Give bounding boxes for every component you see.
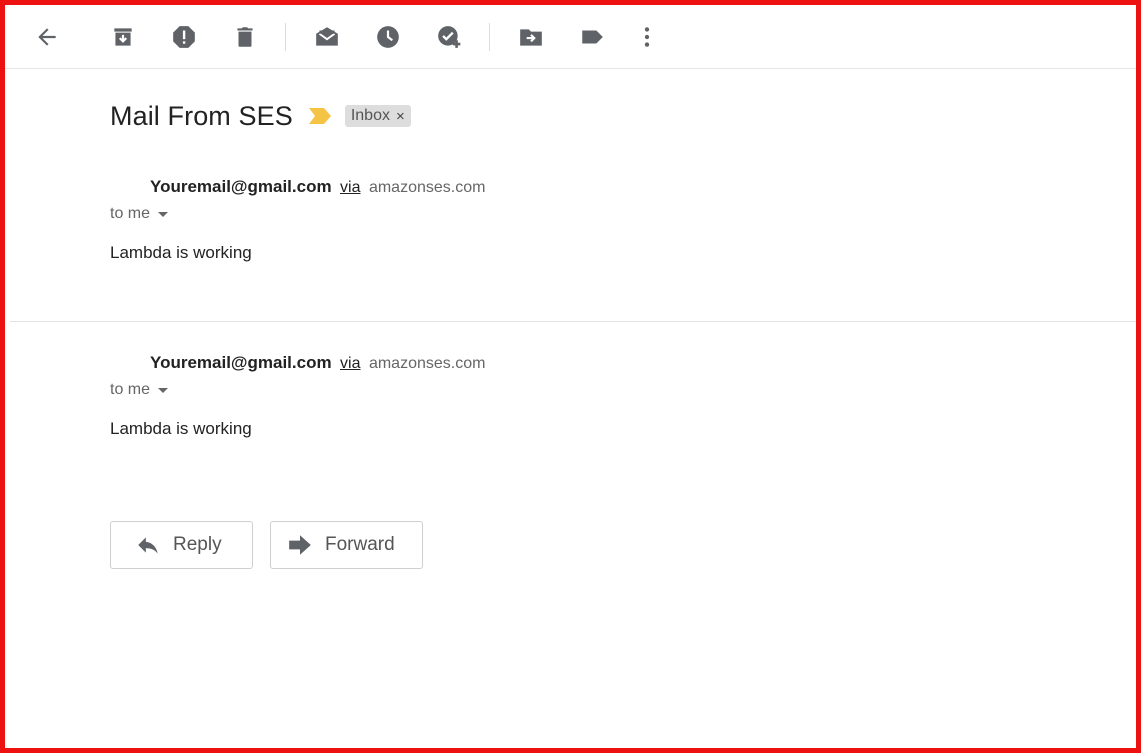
forward-icon [289,535,311,555]
toolbar-separator [489,23,490,51]
sender-line: Youremail@gmail.com via amazonses.com [150,353,485,373]
thread-subject: Mail From SES [110,100,293,131]
recipients-text: to me [110,381,151,398]
subject-row: Mail From SES Inbox × [110,98,411,134]
via-domain: amazonses.com [368,179,486,196]
reply-icon [138,537,158,554]
mark-unread-icon[interactable] [310,20,344,54]
remove-label-icon[interactable]: × [396,108,405,125]
add-to-tasks-icon[interactable] [432,20,466,54]
move-to-icon[interactable] [514,20,548,54]
importance-marker-icon[interactable] [308,108,331,124]
snooze-icon[interactable] [371,20,405,54]
via-domain: amazonses.com [368,355,486,372]
recipients-line: to me [110,205,169,223]
report-spam-icon[interactable] [167,20,201,54]
forward-label: Forward [325,534,395,555]
forward-button[interactable]: Forward [270,521,423,569]
delete-icon[interactable] [228,20,262,54]
archive-icon[interactable] [106,20,140,54]
toolbar-separator [285,23,286,51]
sender-line: Youremail@gmail.com via amazonses.com [150,177,485,197]
message-divider [10,321,1136,322]
recipients-line: to me [110,381,169,399]
via-link[interactable]: via [340,355,360,372]
sender-email[interactable]: Youremail@gmail.com [150,177,332,196]
inbox-label-chip: Inbox × [344,105,411,127]
reply-label: Reply [173,534,222,555]
message-body: Lambda is working [110,243,252,262]
message-body: Lambda is working [110,419,252,438]
show-details-icon[interactable] [158,387,169,393]
via-link[interactable]: via [340,179,360,196]
recipients-text: to me [110,205,151,222]
label-chip-text: Inbox [350,107,390,124]
back-icon[interactable] [30,20,64,54]
label-icon[interactable] [575,20,609,54]
sender-email[interactable]: Youremail@gmail.com [150,353,332,372]
more-options-icon[interactable] [630,20,664,54]
show-details-icon[interactable] [158,211,169,217]
reply-button[interactable]: Reply [110,521,253,569]
toolbar [5,5,1136,69]
